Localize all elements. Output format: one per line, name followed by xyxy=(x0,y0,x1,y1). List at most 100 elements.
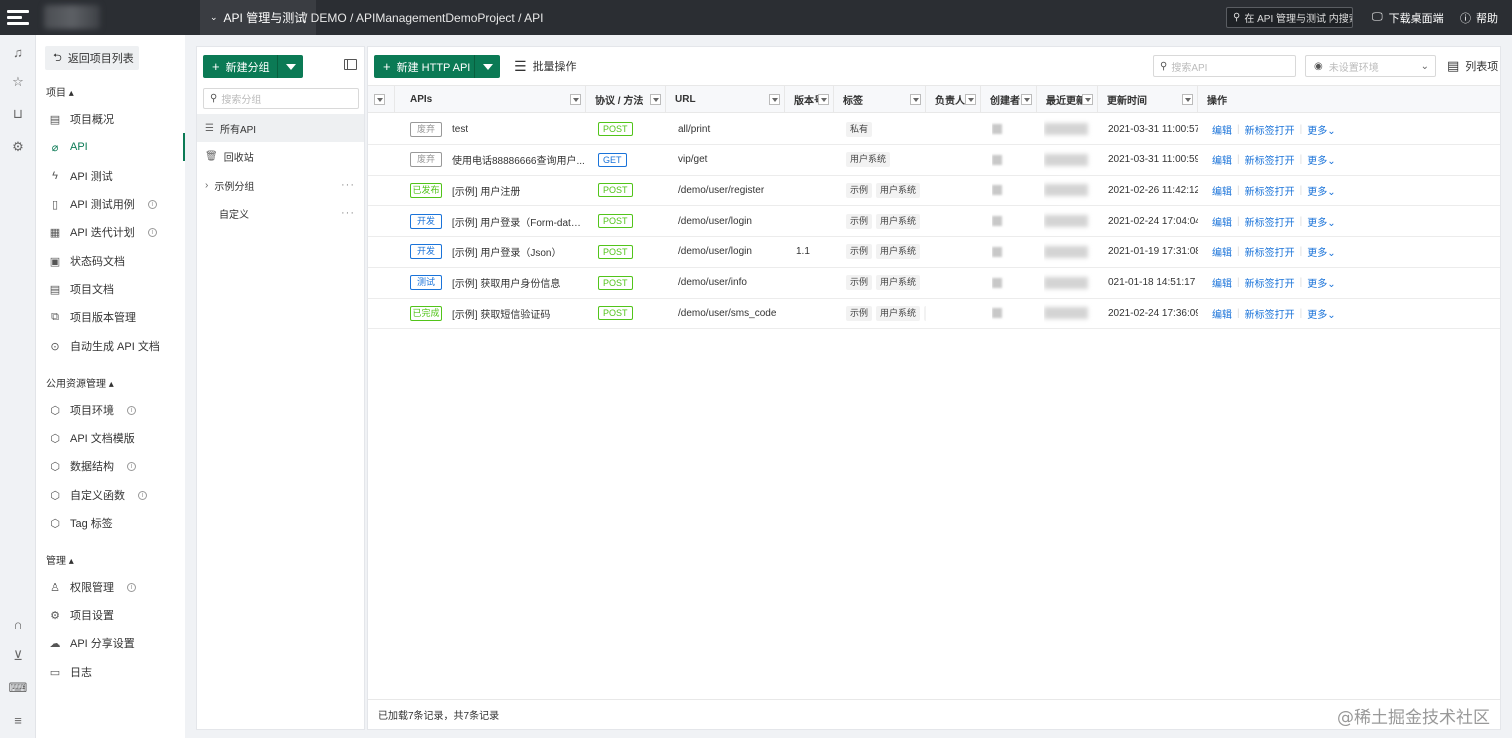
info-icon[interactable]: i xyxy=(147,199,157,209)
new-group-dropdown[interactable] xyxy=(277,55,303,78)
api-name-cell[interactable]: 已完成 [示例] 获取短信验证码 xyxy=(410,298,586,328)
section-public[interactable]: 公用资源管理 ▴ xyxy=(46,375,114,390)
table-row[interactable]: 已发布 [示例] 用户注册 POST /demo/user/register 示… xyxy=(368,175,1500,207)
nav-item-data-structure[interactable]: ⬡ 数据结构 i xyxy=(36,452,185,480)
select-column-header[interactable] xyxy=(368,86,395,113)
nav-item-permissions[interactable]: ♙ 权限管理 i xyxy=(36,573,185,601)
edit-link[interactable]: 编辑 xyxy=(1212,122,1232,137)
group-search-input[interactable]: ⚲ 搜索分组 xyxy=(203,88,359,109)
nav-item-project-overview[interactable]: ▤ 项目概况 xyxy=(36,105,185,133)
column-header-updated-time[interactable]: 更新时间 xyxy=(1098,86,1198,113)
api-name-cell[interactable]: 开发 [示例] 用户登录（Json） xyxy=(410,237,586,267)
open-new-tab-link[interactable]: 新标签打开 xyxy=(1245,244,1295,259)
environment-select[interactable]: ◉ 未设置环境 ⌄ xyxy=(1305,55,1436,77)
column-header-last-updater[interactable]: 最近更新 xyxy=(1037,86,1098,113)
open-new-tab-link[interactable]: 新标签打开 xyxy=(1245,183,1295,198)
column-header-url[interactable]: URL xyxy=(666,86,785,113)
help-button[interactable]: ⓘ 帮助 xyxy=(1460,0,1498,35)
open-new-tab-link[interactable]: 新标签打开 xyxy=(1245,214,1295,229)
edit-link[interactable]: 编辑 xyxy=(1212,275,1232,290)
api-name-cell[interactable]: 开发 [示例] 用户登录（Form-data） xyxy=(410,206,586,236)
nav-item-tags[interactable]: ⬡ Tag 标签 xyxy=(36,509,185,537)
new-group-button[interactable]: + 新建分组 xyxy=(203,55,303,78)
back-to-projects-button[interactable]: ⮌ 返回项目列表 xyxy=(45,46,139,70)
nav-item-api-plan[interactable]: ▦ API 迭代计划 i xyxy=(36,218,185,246)
table-row[interactable]: 开发 [示例] 用户登录（Json） POST /demo/user/login… xyxy=(368,237,1500,268)
api-name[interactable]: [示例] 用户登录（Json） xyxy=(452,244,561,259)
nav-item-share-settings[interactable]: ☁ API 分享设置 xyxy=(36,629,185,657)
filter-icon[interactable] xyxy=(1021,94,1032,105)
more-icon[interactable]: ··· xyxy=(341,179,355,191)
filter-icon[interactable] xyxy=(818,94,829,105)
filter-icon[interactable] xyxy=(769,94,780,105)
nav-item-env[interactable]: ⬡ 项目环境 i xyxy=(36,396,185,424)
more-link[interactable]: 更多⌄ xyxy=(1307,275,1335,290)
edit-link[interactable]: 编辑 xyxy=(1212,152,1232,167)
column-header-method[interactable]: 协议 / 方法 xyxy=(586,86,666,113)
nav-item-api-testcase[interactable]: ▯ API 测试用例 i xyxy=(36,190,185,218)
api-name[interactable]: [示例] 用户注册 xyxy=(452,183,520,198)
headset-icon[interactable]: ∩ xyxy=(9,615,27,633)
section-project[interactable]: 项目 ▴ xyxy=(46,84,74,99)
edit-link[interactable]: 编辑 xyxy=(1212,183,1232,198)
api-name-cell[interactable]: 已发布 [示例] 用户注册 xyxy=(410,175,586,205)
edit-link[interactable]: 编辑 xyxy=(1212,244,1232,259)
nav-item-log[interactable]: ▭ 日志 xyxy=(36,658,185,686)
nav-item-project-doc[interactable]: ▤ 项目文档 xyxy=(36,275,185,303)
edit-link[interactable]: 编辑 xyxy=(1212,306,1232,321)
api-search-input[interactable]: ⚲ 搜索API xyxy=(1153,55,1296,77)
group-item-custom[interactable]: 自定义 ··· xyxy=(197,199,364,227)
product-switcher[interactable]: ⌄ API 管理与测试 xyxy=(200,0,317,35)
info-icon[interactable]: i xyxy=(147,227,157,237)
nav-item-doc-template[interactable]: ⬡ API 文档模版 xyxy=(36,424,185,452)
api-name-cell[interactable]: 废弃 test xyxy=(410,114,586,144)
section-manage[interactable]: 管理 ▴ xyxy=(46,552,74,567)
open-new-tab-link[interactable]: 新标签打开 xyxy=(1245,152,1295,167)
breadcrumb[interactable]: / DEMO / APIManagementDemoProject / API xyxy=(304,0,543,35)
column-header-tags[interactable]: 标签 xyxy=(834,86,926,113)
toggle-panel-icon[interactable] xyxy=(344,59,357,70)
table-row[interactable]: 废弃 使用电话88886666查询用户... GET vip/get 用户系统 … xyxy=(368,145,1500,176)
filter-icon[interactable] xyxy=(1082,94,1093,105)
filter-icon[interactable] xyxy=(650,94,661,105)
table-row[interactable]: 废弃 test POST all/print 私有 2021-03-31 11:… xyxy=(368,114,1500,145)
nav-item-version[interactable]: ⧉ 项目版本管理 xyxy=(36,303,185,331)
global-search-input[interactable]: ⚲ 在 API 管理与测试 内搜索 xyxy=(1226,7,1353,28)
table-row[interactable]: 测试 [示例] 获取用户身份信息 POST /demo/user/info 示例… xyxy=(368,268,1500,299)
group-item-recycle-bin[interactable]: 🗑 回收站 xyxy=(197,142,364,170)
filter-icon[interactable] xyxy=(965,94,976,105)
api-name[interactable]: [示例] 获取用户身份信息 xyxy=(452,275,560,290)
info-icon[interactable]: i xyxy=(138,490,147,500)
more-link[interactable]: 更多⌄ xyxy=(1307,306,1335,321)
inbox-icon[interactable]: ⊔ xyxy=(9,105,27,123)
column-header-owner[interactable]: 负责人 xyxy=(926,86,981,113)
bell-icon[interactable]: ♫ xyxy=(9,43,27,61)
app-logo[interactable] xyxy=(0,0,36,35)
api-name-cell[interactable]: 废弃 使用电话88886666查询用户... xyxy=(410,145,586,175)
column-header-version[interactable]: 版本号 xyxy=(785,86,834,113)
open-new-tab-link[interactable]: 新标签打开 xyxy=(1245,275,1295,290)
edit-link[interactable]: 编辑 xyxy=(1212,214,1232,229)
download-desktop-button[interactable]: 🖵 下载桌面端 xyxy=(1372,0,1444,35)
nav-item-status-code[interactable]: ▣ 状态码文档 xyxy=(36,247,185,275)
more-link[interactable]: 更多⌄ xyxy=(1307,214,1335,229)
nav-item-api[interactable]: ⌀ API xyxy=(36,133,185,161)
keyboard-icon[interactable]: ⌨ xyxy=(9,679,28,697)
api-name[interactable]: 使用电话88886666查询用户... xyxy=(452,152,585,167)
column-header-apis[interactable]: APIs xyxy=(395,86,586,113)
more-link[interactable]: 更多⌄ xyxy=(1307,152,1335,167)
columns-settings-button[interactable]: ▤ 列表项 xyxy=(1447,55,1498,77)
table-row[interactable]: 开发 [示例] 用户登录（Form-data） POST /demo/user/… xyxy=(368,206,1500,238)
more-link[interactable]: 更多⌄ xyxy=(1307,122,1335,137)
more-icon[interactable]: ··· xyxy=(341,207,355,219)
more-link[interactable]: 更多⌄ xyxy=(1307,244,1335,259)
nav-item-auto-doc[interactable]: ⊙ 自动生成 API 文档 xyxy=(36,332,185,360)
filter-icon[interactable] xyxy=(1182,94,1193,105)
nav-item-custom-func[interactable]: ⬡ 自定义函数 i xyxy=(36,481,185,509)
nav-item-api-test[interactable]: ϟ API 测试 xyxy=(36,162,185,190)
new-http-api-button[interactable]: + 新建 HTTP API xyxy=(374,55,500,78)
info-icon[interactable]: i xyxy=(127,582,136,592)
api-name-cell[interactable]: 测试 [示例] 获取用户身份信息 xyxy=(410,268,586,298)
api-name[interactable]: test xyxy=(452,124,468,135)
info-icon[interactable]: i xyxy=(127,405,136,415)
